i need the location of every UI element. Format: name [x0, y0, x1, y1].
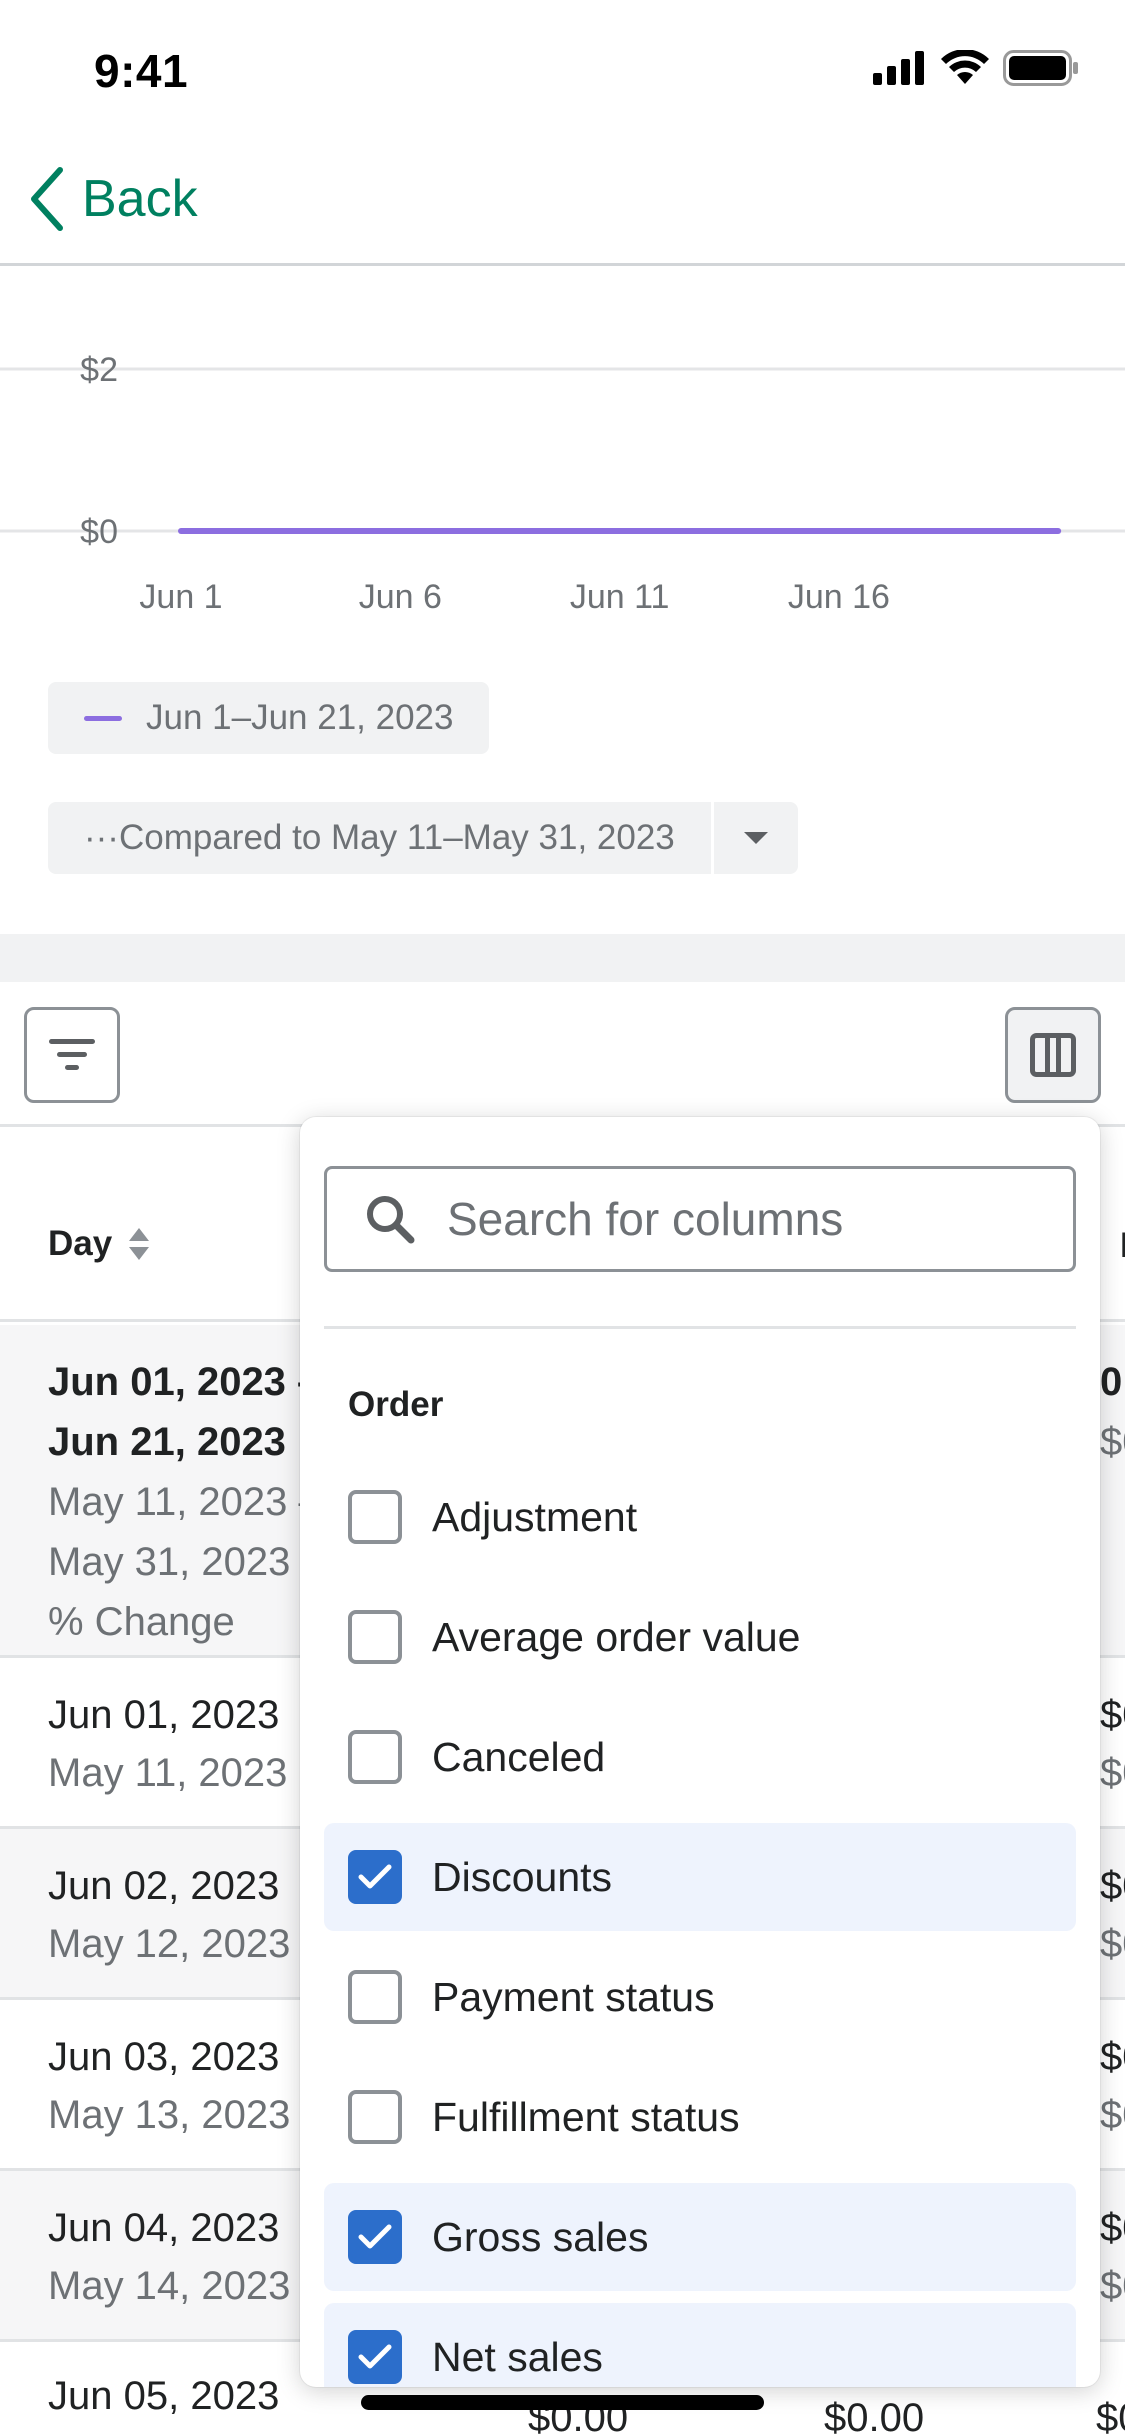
- column-option-label: Adjustment: [432, 1493, 638, 1540]
- summary-line: Jun 21, 2023: [48, 1420, 286, 1464]
- row-date-current: Jun 04, 2023: [48, 2206, 280, 2250]
- row-value-compare: $0: [1100, 1751, 1125, 1795]
- x-tick-label: Jun 11: [570, 578, 670, 616]
- status-time: 9:41: [94, 45, 189, 97]
- row-date-compare: May 14, 2023: [48, 2264, 291, 2308]
- checkmark-icon: [358, 2344, 392, 2369]
- column-option-label: Payment status: [432, 1973, 715, 2020]
- row-date-current: Jun 02, 2023: [48, 1864, 280, 1908]
- column-picker-popover: Order Adjustment Average order value Can…: [300, 1117, 1100, 2387]
- y-tick-label: $2: [80, 351, 118, 389]
- checkbox[interactable]: [348, 2210, 402, 2264]
- table-toolbar: [0, 982, 1125, 1127]
- checkbox[interactable]: [348, 1970, 402, 2024]
- back-button[interactable]: Back: [26, 164, 198, 234]
- checkbox[interactable]: [348, 1730, 402, 1784]
- legend-compare: ··· Compared to May 11–May 31, 2023: [48, 802, 798, 874]
- column-option-label: Canceled: [432, 1733, 606, 1780]
- column-search-input[interactable]: [447, 1192, 1047, 1246]
- popover-divider: [324, 1326, 1076, 1329]
- checkbox[interactable]: [348, 2090, 402, 2144]
- right-column-header[interactable]: Du: [1120, 1226, 1125, 1266]
- row-value-current: $0: [1100, 1693, 1125, 1737]
- checkbox[interactable]: [348, 2330, 402, 2384]
- columns-button[interactable]: [1005, 1007, 1101, 1103]
- column-option-label: Gross sales: [432, 2213, 649, 2260]
- caret-down-icon: [743, 832, 768, 844]
- row-date-current: Jun 01, 2023: [48, 1693, 280, 1737]
- x-tick-label: Jun 16: [788, 578, 890, 616]
- column-option-label: Fulfillment status: [432, 2093, 740, 2140]
- column-option-canceled[interactable]: Canceled: [324, 1703, 1076, 1811]
- sort-icon: [129, 1228, 150, 1260]
- column-option-average-order-value[interactable]: Average order value: [324, 1583, 1076, 1691]
- checkmark-icon: [358, 1864, 392, 1889]
- day-column-header[interactable]: Day: [48, 1224, 150, 1264]
- column-option-adjustment[interactable]: Adjustment: [324, 1463, 1076, 1571]
- legend-line-swatch: [84, 715, 122, 721]
- checkbox[interactable]: [348, 1610, 402, 1664]
- legend-current-label: Jun 1–Jun 21, 2023: [146, 698, 454, 737]
- legend-dotted-swatch: ···: [84, 818, 119, 857]
- filter-button[interactable]: [24, 1007, 120, 1103]
- legend-current[interactable]: Jun 1–Jun 21, 2023: [48, 682, 490, 754]
- compare-dropdown-button[interactable]: [713, 802, 798, 874]
- home-indicator: [361, 2395, 764, 2410]
- column-option-label: Net sales: [432, 2333, 603, 2380]
- summary-line: May 11, 2023 –: [48, 1480, 321, 1524]
- columns-icon: [1030, 1033, 1076, 1077]
- x-tick-label: Jun 6: [359, 578, 442, 616]
- x-tick-label: Jun 1: [139, 578, 222, 616]
- column-option-gross-sales[interactable]: Gross sales: [324, 2183, 1076, 2291]
- row-value-current: $0: [1100, 1864, 1125, 1908]
- summary-line: Jun 01, 2023 –: [48, 1360, 320, 1404]
- row-date-current: Jun 03, 2023: [48, 2035, 280, 2079]
- row-date-compare: May 13, 2023: [48, 2093, 291, 2137]
- checkmark-icon: [358, 2224, 392, 2249]
- chevron-left-icon: [31, 167, 63, 231]
- checkbox[interactable]: [348, 1490, 402, 1544]
- row-cell: $0.00: [824, 2396, 925, 2436]
- day-column-label: Day: [48, 1224, 113, 1263]
- section-gap: [0, 934, 1125, 982]
- compare-pill[interactable]: ··· Compared to May 11–May 31, 2023: [48, 802, 711, 874]
- column-option-net-sales[interactable]: Net sales: [324, 2303, 1076, 2387]
- back-label: Back: [82, 170, 198, 228]
- column-option-fulfillment-status[interactable]: Fulfillment status: [324, 2063, 1076, 2171]
- chart-card: $2 $0 Jun 1 Jun 6 Jun 11 Jun 16 Jun 1–Jun 21,…: [0, 269, 1125, 934]
- row-date-compare: May 12, 2023: [48, 1922, 291, 1966]
- column-group-title: Order: [348, 1385, 444, 1424]
- row-value-compare: $0: [1100, 1922, 1125, 1966]
- row-cell: $0: [1096, 2396, 1125, 2436]
- y-tick-label: $0: [80, 513, 118, 551]
- search-icon: [365, 1194, 415, 1244]
- checkbox[interactable]: [348, 1850, 402, 1904]
- sales-chart: $2 $0 Jun 1 Jun 6 Jun 11 Jun 16: [0, 351, 1125, 616]
- battery-icon: [1003, 50, 1078, 86]
- column-option-payment-status[interactable]: Payment status: [324, 1943, 1076, 2051]
- legend-compare-label: Compared to May 11–May 31, 2023: [118, 818, 675, 857]
- row-date-current: Jun 05, 2023: [48, 2374, 280, 2418]
- signal-icon: [873, 51, 924, 85]
- row-value-current: $0: [1100, 2206, 1125, 2250]
- column-option-discounts[interactable]: Discounts: [324, 1823, 1076, 1931]
- filter-icon: [49, 1039, 95, 1070]
- column-option-label: Discounts: [432, 1853, 613, 1900]
- row-date-compare: May 11, 2023: [48, 1751, 288, 1795]
- status-bar: 9:41: [0, 0, 1125, 140]
- row-value-compare: $0: [1100, 2093, 1125, 2137]
- row-value-current: $0: [1100, 2035, 1125, 2079]
- summary-value: $0: [1100, 1420, 1125, 1464]
- summary-line: % Change: [48, 1600, 235, 1644]
- nav-bar: Back: [0, 140, 1125, 266]
- column-option-label: Average order value: [432, 1613, 801, 1660]
- column-search-field[interactable]: [324, 1166, 1076, 1272]
- status-icons: [873, 50, 1079, 86]
- summary-value: 0: [1100, 1360, 1123, 1404]
- row-value-compare: $0: [1100, 2264, 1125, 2308]
- wifi-icon: [941, 50, 989, 84]
- summary-line: May 31, 2023: [48, 1540, 291, 1584]
